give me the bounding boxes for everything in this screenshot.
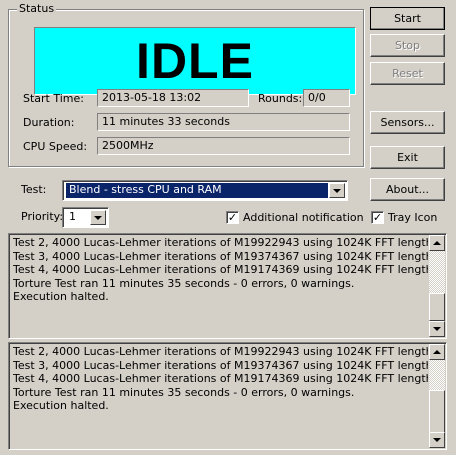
log-line: Test 3, 4000 Lucas-Lehmer iterations of … (13, 249, 428, 263)
scroll-up-button[interactable] (429, 344, 445, 360)
log-text-1: Test 2, 4000 Lucas-Lehmer iterations of … (13, 236, 428, 336)
chevron-down-icon (433, 327, 441, 331)
start-button[interactable]: Start (370, 7, 445, 30)
chevron-up-icon (433, 350, 441, 354)
scroll-down-button[interactable] (429, 321, 445, 337)
priority-select-value: 1 (69, 210, 76, 223)
duration-label: Duration: (23, 116, 75, 129)
chevron-down-icon (433, 438, 441, 442)
reset-button[interactable]: Reset (370, 62, 445, 85)
start-time-value: 2013-05-18 13:02 (97, 89, 249, 107)
log-line: Torture Test ran 11 minutes 35 seconds -… (13, 276, 355, 290)
scroll-down-button[interactable] (429, 432, 445, 448)
test-label: Test: (21, 183, 47, 196)
priority-label: Priority: (21, 210, 64, 223)
test-dropdown-arrow[interactable] (329, 183, 345, 198)
log-line: Execution halted. (13, 290, 109, 303)
duration-value: 11 minutes 33 seconds (97, 113, 350, 131)
sensors-button[interactable]: Sensors... (370, 111, 445, 134)
check-icon: ✓ (372, 211, 383, 224)
additional-notification-label: Additional notification (243, 211, 364, 224)
log-line: Test 3, 4000 Lucas-Lehmer iterations of … (13, 358, 428, 372)
cpu-speed-value: 2500MHz (97, 137, 350, 155)
chevron-up-icon (433, 241, 441, 245)
log-line: Test 2, 4000 Lucas-Lehmer iterations of … (13, 345, 428, 358)
log-pane-2[interactable]: Test 2, 4000 Lucas-Lehmer iterations of … (8, 342, 447, 450)
about-button[interactable]: About... (370, 178, 445, 201)
test-select[interactable]: Blend - stress CPU and RAM (62, 180, 348, 201)
scroll-up-button[interactable] (429, 235, 445, 251)
status-group-title: Status (17, 2, 57, 15)
tray-icon-checkbox[interactable]: ✓ (371, 211, 384, 224)
status-group: IDLE Start Time: 2013-05-18 13:02 Rounds… (8, 9, 364, 167)
exit-button[interactable]: Exit (370, 146, 445, 169)
tray-icon-label: Tray Icon (388, 211, 438, 224)
priority-select[interactable]: 1 (62, 207, 109, 228)
log-line: Test 2, 4000 Lucas-Lehmer iterations of … (13, 236, 428, 249)
log-line: Test 4, 4000 Lucas-Lehmer iterations of … (13, 372, 428, 385)
check-icon: ✓ (227, 211, 238, 224)
log-line: Test 4, 4000 Lucas-Lehmer iterations of … (13, 263, 428, 276)
test-select-value: Blend - stress CPU and RAM (66, 183, 328, 198)
cpu-speed-label: CPU Speed: (23, 140, 88, 153)
rounds-label: Rounds: (258, 92, 303, 105)
additional-notification-checkbox[interactable]: ✓ (226, 211, 239, 224)
status-indicator: IDLE (34, 27, 356, 95)
scroll-thumb[interactable] (429, 293, 445, 321)
log-line: Execution halted. (13, 399, 109, 412)
chevron-down-icon (94, 215, 102, 220)
priority-dropdown-arrow[interactable] (90, 210, 106, 225)
start-time-label: Start Time: (23, 92, 84, 105)
rounds-value: 0/0 (303, 89, 350, 107)
log-pane-1[interactable]: Test 2, 4000 Lucas-Lehmer iterations of … (8, 233, 447, 339)
log-text-2: Test 2, 4000 Lucas-Lehmer iterations of … (13, 345, 428, 447)
log-line: Torture Test ran 11 minutes 35 seconds -… (13, 385, 355, 399)
log-1-scrollbar[interactable] (429, 235, 445, 337)
scroll-thumb[interactable] (429, 390, 445, 434)
chevron-down-icon (333, 188, 341, 193)
stop-button[interactable]: Stop (370, 34, 445, 57)
log-2-scrollbar[interactable] (429, 344, 445, 448)
